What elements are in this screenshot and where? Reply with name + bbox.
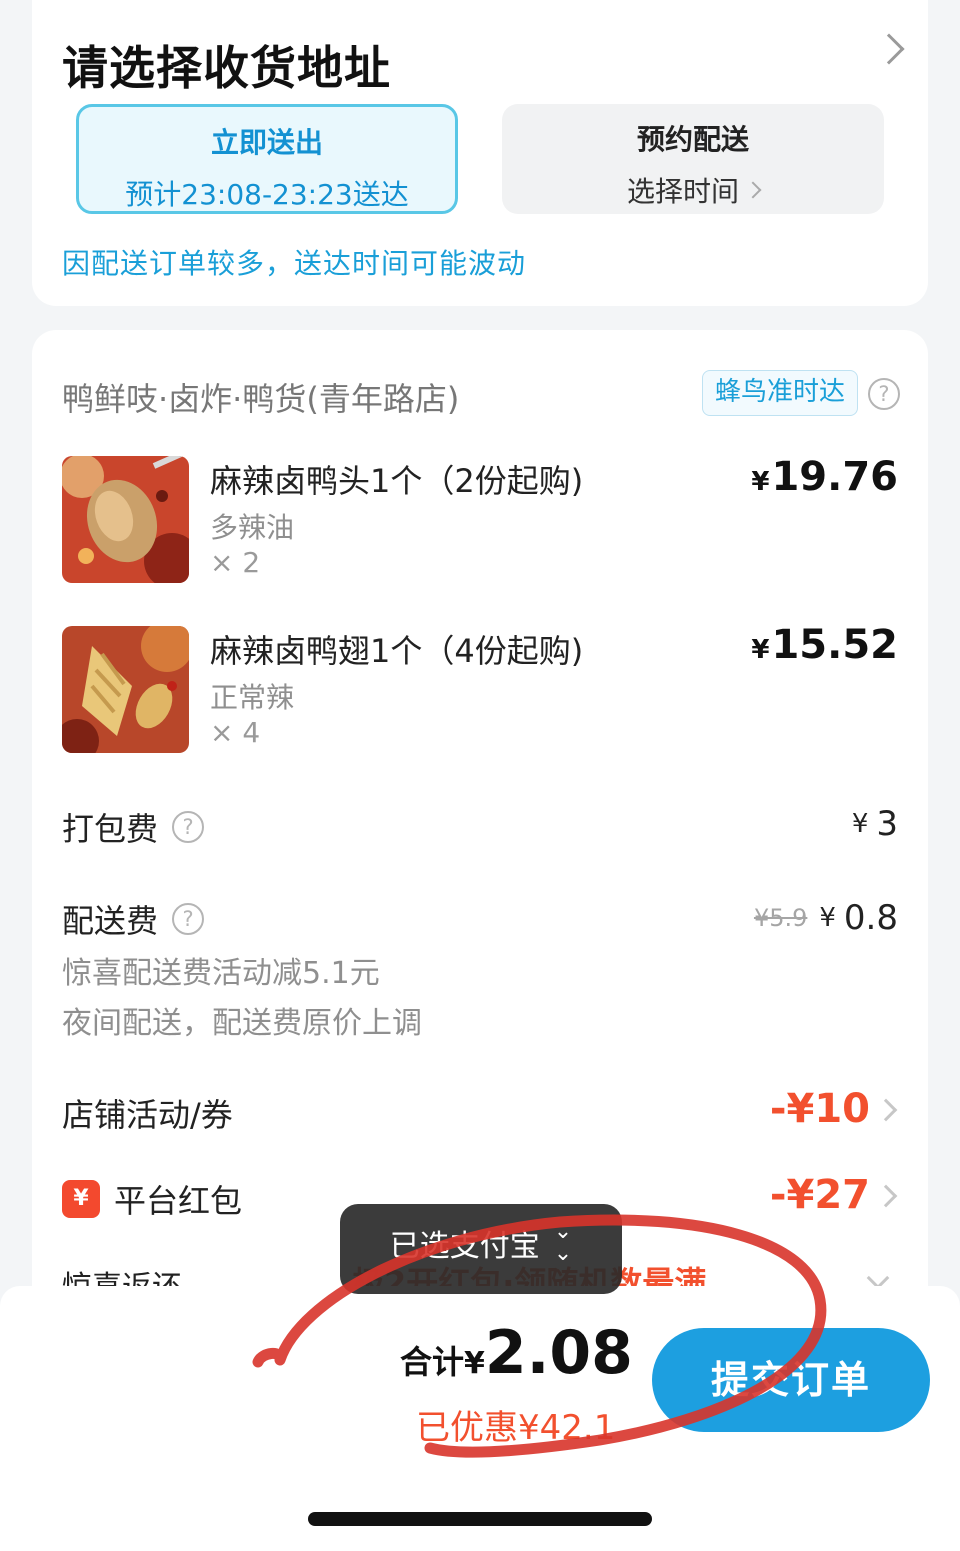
- item-price: ¥19.76: [751, 454, 898, 500]
- store-discount-label: 店铺活动/券: [62, 1096, 233, 1134]
- deliver-now-option[interactable]: 立即送出 预计23:08-23:23送达: [76, 104, 458, 214]
- delivery-fee-value: ¥5.9 ¥0.8: [754, 898, 898, 938]
- red-packet-icon: ¥: [62, 1180, 100, 1218]
- item-thumbnail: [62, 456, 189, 583]
- packing-fee-label: 打包费: [62, 810, 159, 848]
- item-price-value: 15.52: [771, 622, 898, 668]
- item-name: 麻辣卤鸭头1个（2份起购): [210, 462, 584, 500]
- on-time-badge: 蜂鸟准时达: [702, 370, 859, 416]
- item-price: ¥15.52: [751, 622, 898, 668]
- chevron-right-icon: [744, 181, 762, 199]
- platform-redpacket-value[interactable]: -¥27: [770, 1172, 870, 1218]
- shop-name[interactable]: 鸭鲜吱·卤炸·鸭货(青年路店): [62, 374, 459, 420]
- address-title[interactable]: 请选择收货地址: [62, 32, 391, 98]
- payment-method-label: 已选支付宝: [389, 1229, 540, 1264]
- item-quantity: × 2: [210, 546, 261, 579]
- duck-head-image: [62, 456, 189, 583]
- currency-symbol: ¥: [851, 809, 869, 839]
- chevron-right-icon[interactable]: [873, 33, 905, 65]
- help-icon[interactable]: ?: [868, 378, 900, 410]
- item-name: 麻辣卤鸭翅1个（4份起购): [210, 632, 584, 670]
- submit-order-button[interactable]: 提交订单: [652, 1328, 930, 1432]
- choose-time: 选择时间: [626, 170, 762, 210]
- currency-symbol: ¥: [819, 903, 836, 933]
- currency-symbol: ¥: [751, 467, 770, 497]
- item-thumbnail: [62, 626, 189, 753]
- item-quantity: × 4: [210, 716, 261, 749]
- item-spec: 多辣油: [210, 511, 295, 544]
- home-indicator: [308, 1512, 652, 1526]
- store-discount-row[interactable]: 店铺活动/券: [62, 1090, 233, 1136]
- saved-amount: 已优惠¥42.1: [416, 1408, 616, 1448]
- delivery-fee-amount: 0.8: [843, 898, 898, 938]
- currency-symbol: ¥: [464, 1346, 485, 1381]
- order-total: 合计 ¥ 2.08: [400, 1318, 633, 1388]
- help-icon[interactable]: ?: [172, 903, 205, 935]
- chevron-right-icon[interactable]: [874, 1184, 898, 1208]
- delivery-promo: 惊喜配送费活动减5.1元: [62, 956, 380, 991]
- delivery-fee-row: 配送费 ?: [62, 896, 205, 942]
- total-amount: 2.08: [484, 1318, 633, 1388]
- currency-symbol: ¥: [751, 635, 770, 665]
- platform-redpacket-row[interactable]: ¥ 平台红包: [62, 1176, 242, 1222]
- delivery-fee-label: 配送费: [62, 902, 159, 940]
- address-card: 请选择收货地址 立即送出 预计23:08-23:23送达 预约配送 选择时间 因…: [32, 0, 928, 306]
- deliver-now-eta: 预计23:08-23:23送达: [125, 178, 409, 211]
- packing-fee-value: ¥3: [852, 804, 898, 844]
- scheduled-delivery-option[interactable]: 预约配送 选择时间: [502, 104, 884, 214]
- item-spec: 正常辣: [210, 681, 295, 714]
- chevron-right-icon[interactable]: [874, 1098, 898, 1122]
- double-chevron-down-icon: ⌄ ⌄: [553, 1219, 573, 1266]
- total-label: 合计: [400, 1343, 465, 1381]
- item-price-value: 19.76: [771, 454, 898, 500]
- payment-method-toast[interactable]: 已选支付宝 ⌄ ⌄: [340, 1204, 622, 1294]
- packing-fee-amount: 3: [876, 804, 898, 844]
- scheduled-delivery-title: 预约配送: [636, 123, 749, 156]
- original-delivery-fee: ¥5.9: [753, 904, 808, 932]
- choose-time-label: 选择时间: [626, 175, 739, 208]
- delivery-note: 夜间配送，配送费原价上调: [62, 1006, 422, 1041]
- platform-redpacket-label: 平台红包: [114, 1182, 243, 1220]
- deliver-now-title: 立即送出: [210, 126, 323, 159]
- delivery-notice: 因配送订单较多，送达时间可能波动: [62, 247, 527, 280]
- packing-fee-row: 打包费 ?: [62, 804, 205, 850]
- help-icon[interactable]: ?: [172, 811, 205, 843]
- duck-wing-image: [62, 626, 189, 753]
- order-card: 鸭鲜吱·卤炸·鸭货(青年路店) 蜂鸟准时达 ? 麻辣卤鸭头1个（2份起购) 多辣…: [32, 330, 928, 1330]
- store-discount-value[interactable]: -¥10: [770, 1086, 870, 1132]
